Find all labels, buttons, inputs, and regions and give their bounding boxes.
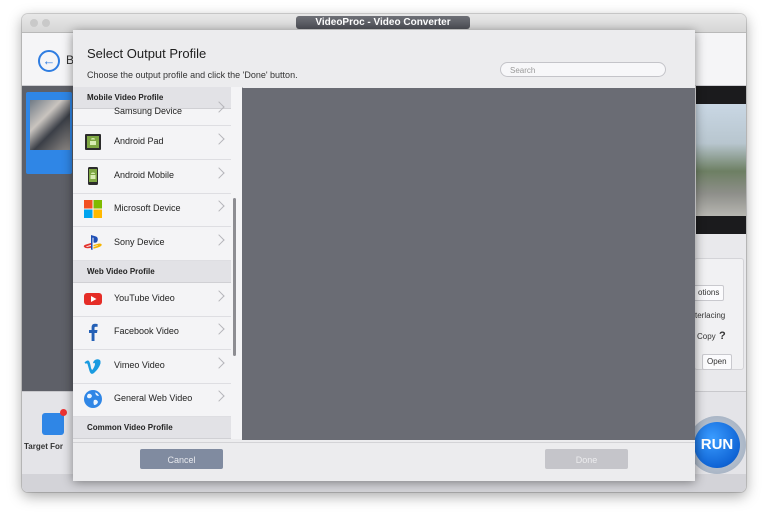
android-icon	[83, 132, 103, 152]
profile-preview-pane	[242, 88, 695, 440]
minimize-window-button[interactable]	[42, 19, 50, 27]
chevron-right-icon	[213, 390, 225, 402]
facebook-icon	[83, 322, 103, 342]
chevron-right-icon	[213, 200, 225, 212]
profile-list: Mobile Video Profile Samsung Device Andr…	[73, 87, 243, 439]
window-title: VideoProc - Video Converter	[296, 16, 470, 29]
dialog-subtitle: Choose the output profile and click the …	[87, 70, 298, 80]
list-scrollbar[interactable]	[233, 198, 236, 356]
profile-item-label: Vimeo Video	[114, 360, 165, 370]
profile-item-label: Sony Device	[114, 237, 165, 247]
profile-item-label: YouTube Video	[114, 293, 175, 303]
chevron-right-icon	[213, 133, 225, 145]
back-arrow-icon[interactable]: ←	[38, 50, 60, 72]
cancel-button[interactable]: Cancel	[140, 449, 223, 469]
profile-item-sony[interactable]: Sony Device	[73, 227, 231, 261]
dialog-footer: Cancel Done	[73, 442, 695, 481]
chevron-right-icon	[213, 234, 225, 246]
video-thumbnail	[30, 100, 70, 150]
auto-copy-label: Copy	[697, 332, 716, 341]
youtube-icon	[83, 289, 103, 309]
close-window-button[interactable]	[30, 19, 38, 27]
profile-item-facebook[interactable]: Facebook Video	[73, 316, 231, 350]
codec-options-button[interactable]: otions	[693, 285, 725, 301]
help-icon[interactable]: ?	[719, 330, 726, 342]
profile-item-label: General Web Video	[114, 393, 193, 403]
profile-item-android-pad[interactable]: Android Pad	[73, 126, 231, 160]
profile-item-label: Microsoft Device	[114, 203, 181, 213]
search-input[interactable]: Search	[500, 62, 666, 77]
profile-item-vimeo[interactable]: Vimeo Video	[73, 350, 231, 384]
section-header-web: Web Video Profile	[73, 261, 231, 283]
dialog-title: Select Output Profile	[87, 46, 207, 61]
profile-item-android-mobile[interactable]: Android Mobile	[73, 160, 231, 194]
open-folder-button[interactable]: Open	[702, 354, 732, 370]
profile-item-label: Samsung Device	[114, 106, 183, 116]
target-format-label: Target For	[24, 442, 63, 451]
profile-item-microsoft[interactable]: Microsoft Device	[73, 193, 231, 227]
run-button[interactable]: RUN	[694, 422, 740, 468]
microsoft-icon	[83, 199, 103, 219]
profile-item-label: Android Pad	[114, 136, 164, 146]
globe-icon	[83, 389, 103, 409]
deinterlacing-label: terlacing	[695, 311, 726, 320]
profile-item-general-web[interactable]: General Web Video	[73, 383, 231, 417]
chevron-right-icon	[213, 357, 225, 369]
target-format-icon[interactable]	[42, 413, 64, 435]
profile-item-samsung[interactable]: Samsung Device	[73, 101, 231, 126]
android-icon	[83, 166, 103, 186]
profile-item-youtube[interactable]: YouTube Video	[73, 283, 231, 317]
section-header-common: Common Video Profile	[73, 417, 231, 439]
preview-image	[696, 104, 746, 216]
playstation-icon	[83, 233, 103, 253]
chevron-right-icon	[213, 167, 225, 179]
vimeo-icon	[83, 356, 103, 376]
profile-item-label: Android Mobile	[114, 170, 175, 180]
chevron-right-icon	[213, 323, 225, 335]
done-button[interactable]: Done	[545, 449, 628, 469]
notification-dot-icon	[60, 409, 67, 416]
chevron-right-icon	[213, 290, 225, 302]
select-output-profile-dialog: Select Output Profile Choose the output …	[73, 30, 695, 481]
profile-item-label: Facebook Video	[114, 326, 179, 336]
